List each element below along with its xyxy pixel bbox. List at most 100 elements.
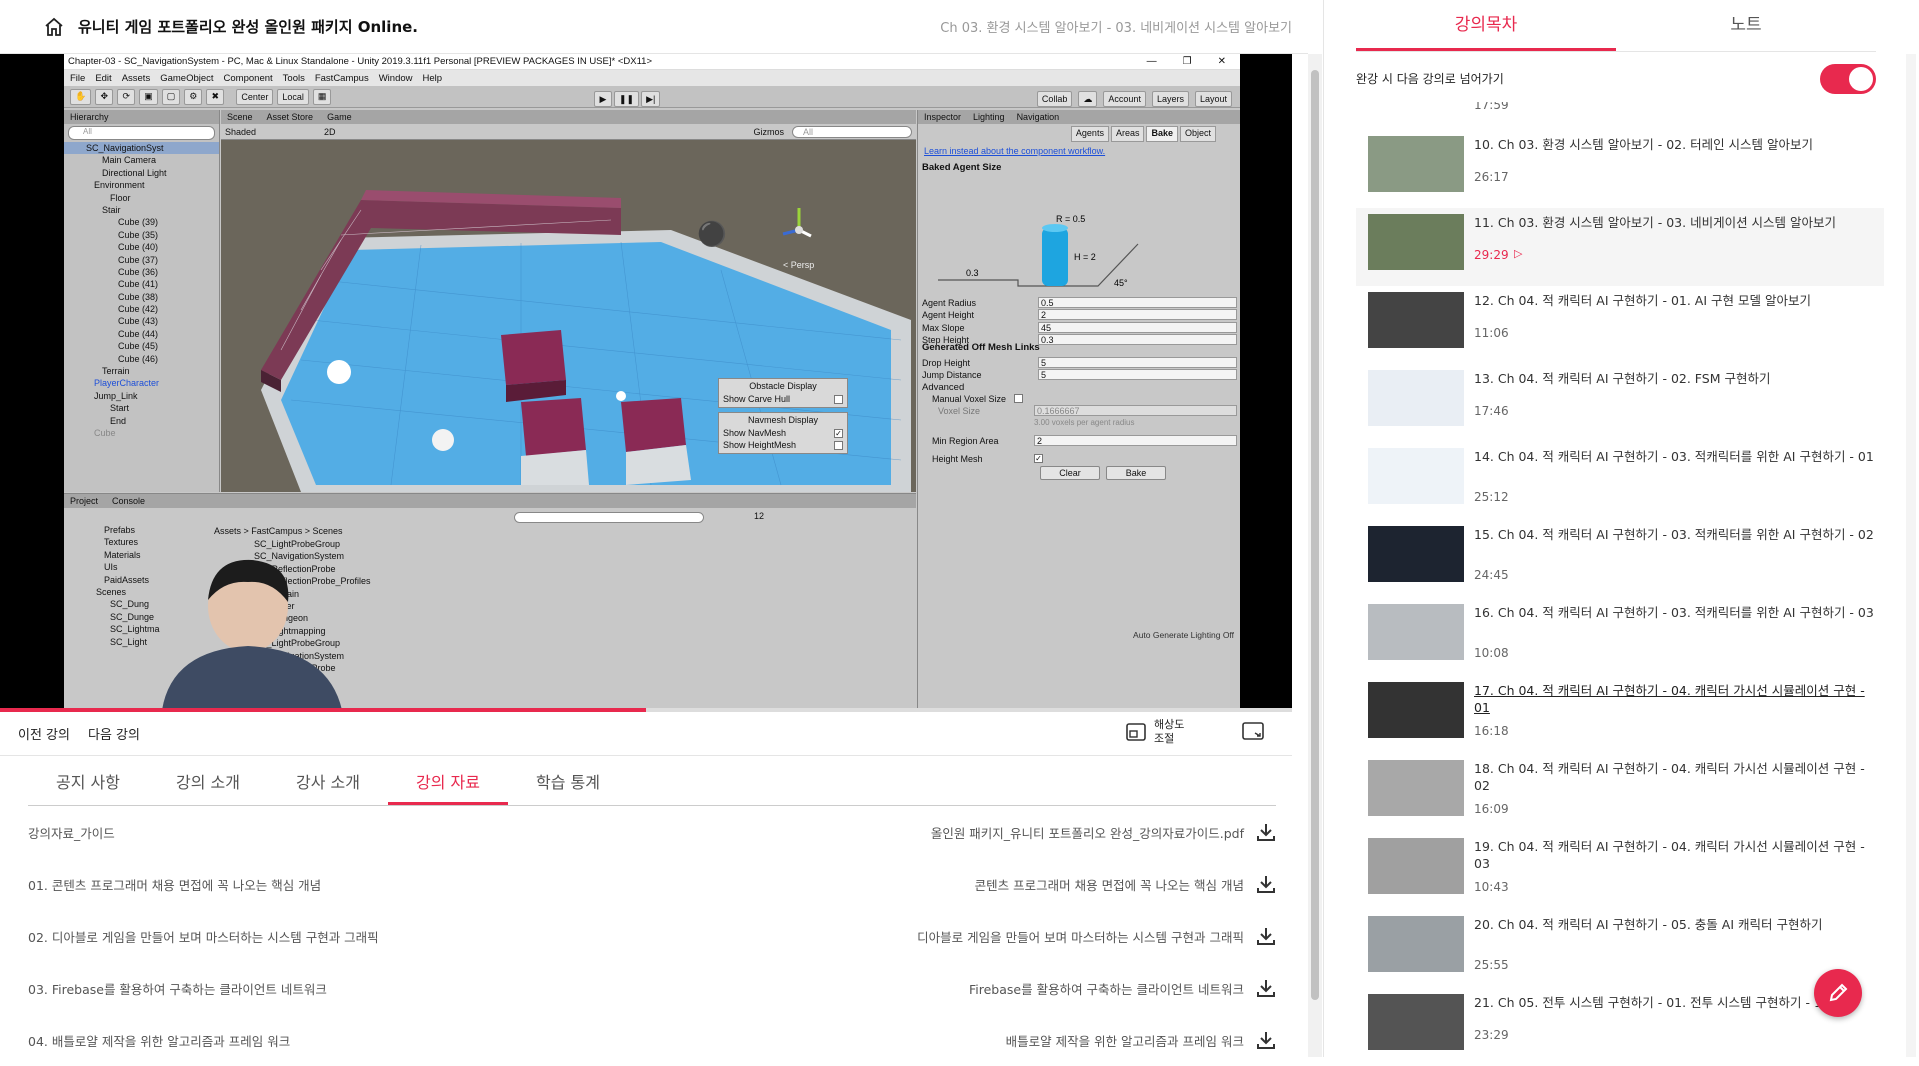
download-button[interactable] (1256, 822, 1276, 842)
hierarchy-row: Cube (36) (118, 266, 159, 277)
offmesh-field-label: Jump Distance (922, 369, 982, 380)
hierarchy-row: Environment (94, 180, 145, 191)
lecture-item[interactable]: 21. Ch 05. 전투 시스템 구현하기 - 01. 전투 시스템 구현하기… (1356, 988, 1884, 1057)
show-heightmesh-label: Show HeightMesh (723, 440, 797, 450)
snap-icon: ▦ (312, 88, 332, 105)
project-file: SC_LightProbeGroup (254, 539, 341, 549)
scene-tab: Scene (227, 112, 253, 122)
instructor-webcam (162, 559, 342, 710)
lecture-item-partial[interactable]: 17:59 (1356, 102, 1884, 118)
hierarchy-row: Cube (37) (118, 254, 159, 265)
agent-field-label: Max Slope (922, 322, 965, 333)
hierarchy-row: SC_NavigationSyst (64, 142, 219, 155)
lecture-item[interactable]: 13. Ch 04. 적 캐릭터 AI 구현하기 - 02. FSM 구현하기 1… (1356, 364, 1884, 442)
home-button[interactable] (30, 0, 78, 54)
scene-tab: Asset Store (266, 112, 314, 122)
top-bar: 유니티 게임 포트폴리오 완성 올인원 패키지 Online. Ch 03. 환… (0, 0, 1308, 54)
play-icon: ▶ (594, 91, 612, 107)
lecture-duration: 10:43 (1474, 880, 1509, 894)
navmesh-display-overlay: Navmesh Display Show NavMesh ✓ Show Heigh… (718, 412, 848, 454)
unity-menu-item: GameObject (160, 72, 214, 84)
agent-field-value: 2 (1038, 309, 1237, 320)
lecture-item[interactable]: 20. Ch 04. 적 캐릭터 AI 구현하기 - 05. 충돌 AI 캐릭터… (1356, 910, 1884, 988)
unity-menu-item: Edit (95, 72, 112, 84)
unity-editor-frame: Chapter-03 - SC_NavigationSystem - PC, M… (64, 54, 1240, 710)
main-scroll-thumb[interactable] (1311, 70, 1319, 1000)
lecture-title: 10. Ch 03. 환경 시스템 알아보기 - 02. 터레인 시스템 알아보… (1474, 137, 1814, 152)
lecture-item[interactable]: 15. Ch 04. 적 캐릭터 AI 구현하기 - 03. 적캐릭터를 위한 … (1356, 520, 1884, 598)
unity-menu-item: Window (378, 72, 413, 84)
lecture-duration: 16:09 (1474, 802, 1509, 816)
unity-menu-item: Component (223, 72, 273, 84)
offmesh-field-label: Drop Height (922, 357, 971, 368)
lecture-item[interactable]: 11. Ch 03. 환경 시스템 알아보기 - 03. 네비게이션 시스템 알… (1356, 208, 1884, 286)
tab-curriculum[interactable]: 강의목차 (1356, 0, 1616, 51)
agent-field-label: Agent Radius (922, 297, 977, 308)
autoplay-toggle[interactable] (1820, 64, 1876, 94)
sidebar-scrollbar[interactable] (1906, 54, 1916, 1057)
download-icon (1257, 824, 1275, 841)
download-button[interactable] (1256, 874, 1276, 894)
obstacle-box (621, 398, 691, 485)
download-button[interactable] (1256, 926, 1276, 946)
baked-agent-size-title: Baked Agent Size (922, 162, 1002, 173)
course-tab[interactable]: 학습 통계 (508, 762, 628, 805)
lecture-title: 14. Ch 04. 적 캐릭터 AI 구현하기 - 03. 적캐릭터를 위한 … (1474, 449, 1874, 464)
diagram-height: H = 2 (1074, 252, 1096, 262)
pivot-center-toggle: Center (236, 88, 274, 105)
hierarchy-row: Cube (46) (118, 353, 159, 364)
unity-menu-item: Tools (282, 72, 305, 84)
lecture-item[interactable]: 18. Ch 04. 적 캐릭터 AI 구현하기 - 04. 캐릭터 가시선 시… (1356, 754, 1884, 832)
prev-lecture-button[interactable]: 이전 강의 (18, 724, 70, 743)
main-scrollbar[interactable] (1308, 54, 1322, 1057)
persp-label: < Persp (783, 260, 814, 270)
navigation-subtabs: Agents Areas Bake Object (918, 124, 1240, 142)
course-tab[interactable]: 강의 소개 (148, 762, 268, 805)
account-button: Account (1103, 91, 1146, 107)
hierarchy-row: Stair (102, 204, 121, 215)
layout-button: Layout (1194, 91, 1232, 107)
hierarchy-row: Cube (40) (118, 242, 159, 253)
course-tab[interactable]: 공지 사항 (28, 762, 148, 805)
course-tab[interactable]: 강의 자료 (388, 762, 508, 805)
lecture-item[interactable]: 17. Ch 04. 적 캐릭터 AI 구현하기 - 04. 캐릭터 가시선 시… (1356, 676, 1884, 754)
autoplay-row: 완강 시 다음 강의로 넘어가기 (1356, 62, 1876, 94)
lecture-item[interactable]: 10. Ch 03. 환경 시스템 알아보기 - 02. 터레인 시스템 알아보… (1356, 130, 1884, 208)
write-note-button[interactable] (1814, 969, 1862, 1017)
fullscreen-button[interactable] (1242, 722, 1264, 744)
lecture-title: 13. Ch 04. 적 캐릭터 AI 구현하기 - 02. FSM 구현하기 (1474, 371, 1771, 386)
lecture-item[interactable]: 19. Ch 04. 적 캐릭터 AI 구현하기 - 04. 캐릭터 가시선 시… (1356, 832, 1884, 910)
lecture-item[interactable]: 14. Ch 04. 적 캐릭터 AI 구현하기 - 03. 적캐릭터를 위한 … (1356, 442, 1884, 520)
lecture-item[interactable]: 12. Ch 04. 적 캐릭터 AI 구현하기 - 01. AI 구현 모델 … (1356, 286, 1884, 364)
hierarchy-row: Cube (41) (118, 279, 159, 290)
scene-view: Scene Asset Store Game Shaded 2D Gizmos Al… (221, 110, 916, 492)
hierarchy-row: Cube (44) (118, 328, 159, 339)
pencil-icon (1829, 983, 1848, 1002)
lecture-item[interactable]: 16. Ch 04. 적 캐릭터 AI 구현하기 - 03. 적캐릭터를 위한 … (1356, 598, 1884, 676)
lecture-thumbnail (1368, 916, 1464, 972)
video-player[interactable]: Chapter-03 - SC_NavigationSystem - PC, M… (0, 54, 1292, 710)
hierarchy-row: Cube (42) (118, 304, 159, 315)
unity-window-title: Chapter-03 - SC_NavigationSystem - PC, M… (68, 56, 652, 67)
chapter-breadcrumb: Ch 03. 환경 시스템 알아보기 - 03. 네비게이션 시스템 알아보기 (940, 21, 1292, 36)
lecture-duration: 17:59 (1474, 102, 1509, 112)
height-mesh-label: Height Mesh (932, 453, 983, 464)
play-circle-icon: ▷ (1514, 247, 1523, 260)
hierarchy-row: PlayerCharacter (94, 378, 160, 389)
lecture-title: 17. Ch 04. 적 캐릭터 AI 구현하기 - 04. 캐릭터 가시선 시… (1474, 683, 1865, 715)
close-icon: ✕ (1217, 56, 1226, 67)
course-tab[interactable]: 강사 소개 (268, 762, 388, 805)
show-carve-hull-label: Show Carve Hull (723, 394, 791, 404)
lecture-thumbnail (1368, 292, 1464, 348)
unity-titlebar: Chapter-03 - SC_NavigationSystem - PC, M… (64, 54, 1240, 70)
unity-menubar: File Edit Assets GameObject Component Tools Fa… (64, 70, 1240, 86)
download-button[interactable] (1256, 978, 1276, 998)
resolution-button[interactable]: 해상도 조절 (1126, 718, 1184, 746)
next-lecture-button[interactable]: 다음 강의 (88, 724, 140, 743)
project-tabs: Project Console (64, 494, 916, 508)
lecture-thumbnail (1368, 136, 1464, 192)
project-count: 12 (754, 511, 765, 521)
download-button[interactable] (1256, 1030, 1276, 1050)
tab-notes[interactable]: 노트 (1616, 0, 1876, 51)
resource-name: 강의자료_가이드 (28, 825, 115, 841)
